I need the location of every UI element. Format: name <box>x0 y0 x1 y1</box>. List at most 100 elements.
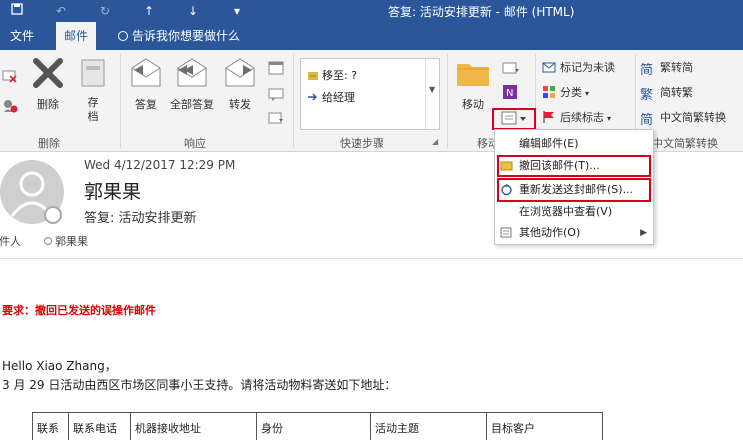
reply-label: 答复 <box>135 98 157 111</box>
table-header-cell: 目标客户 <box>486 412 603 440</box>
follow-up-button[interactable]: 后续标志 ▾ <box>542 109 611 127</box>
envelope-icon <box>542 62 556 73</box>
group-divider <box>120 54 121 148</box>
categorize-label: 分类 <box>560 86 582 99</box>
chevron-right-icon: ▶ <box>640 228 647 238</box>
quick-step-move-to-label: 移至: ? <box>322 69 358 82</box>
delete-icon <box>28 56 68 93</box>
more-respond-icon[interactable] <box>268 110 284 129</box>
meeting-icon[interactable] <box>268 60 284 79</box>
presence-dot-icon <box>44 237 52 245</box>
resend-highlight-box <box>497 178 651 202</box>
group-divider <box>293 54 294 148</box>
group-label-quick-steps: 快速步骤 <box>340 137 384 150</box>
junk-icon[interactable] <box>2 98 18 117</box>
requirement-text: 要求：撤回已发送的误操作邮件 <box>2 304 156 317</box>
menu-item-edit-message[interactable]: 编辑邮件(E) <box>495 134 653 154</box>
rules-icon[interactable] <box>502 60 520 79</box>
move-button[interactable]: 移动 <box>453 56 493 112</box>
chevron-down-icon: ▾ <box>607 114 612 123</box>
redo-icon[interactable]: ↻ <box>96 2 114 20</box>
table-header-cell: 联系 <box>32 412 69 440</box>
chevron-down-icon: ▼ <box>429 85 436 94</box>
table-header-cell: 身份 <box>256 412 371 440</box>
recipient-label-text: 收件人 <box>0 235 21 248</box>
menu-item-label: 编辑邮件(E) <box>519 137 579 150</box>
group-label-chinese: 中文简繁转换 <box>652 137 718 150</box>
tab-file[interactable]: 文件 <box>2 22 42 50</box>
table-row: 联系 联系电话 机器接收地址 身份 活动主题 目标客户 <box>32 412 603 440</box>
lightbulb-icon <box>118 31 128 41</box>
to-traditional-button[interactable]: 简繁转简 <box>640 59 693 78</box>
table-header-cell: 活动主题 <box>370 412 487 440</box>
simplified-char-icon: 繁 <box>640 88 654 103</box>
menu-item-label: 在浏览器中查看(V) <box>519 205 613 218</box>
menu-item-other-actions[interactable]: 其他动作(O) ▶ <box>495 223 653 243</box>
save-icon[interactable] <box>8 2 26 20</box>
recipient[interactable]: 郭果果 <box>44 233 88 249</box>
ribbon-tab-bar: 文件 邮件 告诉我你想要做什么 <box>0 22 743 50</box>
recall-highlight-box <box>497 155 651 177</box>
table-header-cell: 联系电话 <box>68 412 131 440</box>
move-label: 移动 <box>462 98 484 111</box>
flag-icon <box>543 111 554 123</box>
reply-all-button[interactable]: 全部答复 <box>166 56 218 112</box>
quick-step-to-manager[interactable]: 给经理 <box>307 89 355 105</box>
previous-item-icon[interactable]: ↑ <box>140 2 158 20</box>
quick-steps-gallery: 移至: ? 给经理 ▼ <box>300 58 440 130</box>
title-bar: ↶ ↻ ↑ ↓ ▾ 答复: 活动安排更新 - 邮件 (HTML) <box>0 0 743 22</box>
next-item-icon[interactable]: ↓ <box>184 2 202 20</box>
chinese-convert-label: 中文简繁转换 <box>660 111 726 124</box>
recipient-name: 郭果果 <box>55 235 88 248</box>
delete-button[interactable]: 删除 <box>28 56 68 112</box>
to-simplified-label: 简转繁 <box>660 86 693 99</box>
tell-me-box[interactable]: 告诉我你想要做什么 <box>118 22 240 50</box>
forward-arrow-icon <box>308 93 317 101</box>
archive-button[interactable]: 存档 <box>76 56 110 124</box>
delete-label: 删除 <box>37 98 59 111</box>
menu-item-label: 其他动作(O) <box>519 226 581 239</box>
onenote-icon[interactable]: N <box>502 84 518 103</box>
quick-steps-scrollbar[interactable]: ▼ <box>425 59 439 129</box>
actions-highlight-box <box>492 108 536 130</box>
reply-all-icon <box>166 56 218 93</box>
other-actions-icon <box>500 227 512 238</box>
im-icon[interactable] <box>268 86 284 105</box>
reply-button[interactable]: 答复 <box>126 56 166 112</box>
message-subject: 答复: 活动安排更新 <box>84 211 197 226</box>
tab-message[interactable]: 邮件 <box>56 22 97 50</box>
group-label-delete: 删除 <box>38 137 60 150</box>
table-header-cell: 机器接收地址 <box>130 412 257 440</box>
reply-icon <box>126 56 166 93</box>
undo-icon[interactable]: ↶ <box>52 2 70 20</box>
header-divider <box>0 258 743 259</box>
quick-step-to-manager-label: 给经理 <box>322 91 355 104</box>
forward-button[interactable]: 转发 <box>220 56 260 112</box>
folder-arrow-icon <box>308 72 318 80</box>
category-icon <box>543 86 555 98</box>
forward-icon <box>220 56 260 93</box>
chevron-down-icon: ▾ <box>585 89 590 98</box>
quick-step-move-to[interactable]: 移至: ? <box>307 67 357 83</box>
categorize-button[interactable]: 分类 ▾ <box>542 84 589 102</box>
dialog-launcher-icon[interactable]: ◢ <box>432 137 438 146</box>
mark-unread-button[interactable]: 标记为未读 <box>542 59 615 77</box>
sender-name[interactable]: 郭果果 <box>84 177 141 204</box>
archive-icon <box>76 56 110 93</box>
follow-up-label: 后续标志 <box>560 111 604 124</box>
chinese-convert-button[interactable]: 简中文简繁转换 <box>640 109 726 128</box>
body-text: 3 月 29 日活动由西区市场区同事小王支持。请将活动物料寄送如下地址： <box>2 378 397 392</box>
archive-label: 存档 <box>87 96 99 123</box>
menu-item-view-in-browser[interactable]: 在浏览器中查看(V) <box>495 202 653 222</box>
to-simplified-button[interactable]: 繁简转繁 <box>640 84 693 103</box>
reply-all-label: 全部答复 <box>170 98 214 111</box>
group-divider <box>447 54 448 148</box>
tell-me-text: 告诉我你想要做什么 <box>132 29 241 43</box>
mark-unread-label: 标记为未读 <box>560 61 615 74</box>
to-traditional-label: 繁转简 <box>660 61 693 74</box>
ignore-icon[interactable] <box>2 68 18 87</box>
group-label-respond: 响应 <box>184 137 206 150</box>
message-datetime: Wed 4/12/2017 12:29 PM <box>84 158 236 172</box>
svg-text:N: N <box>506 88 513 99</box>
customize-toolbar-icon[interactable]: ▾ <box>228 2 246 20</box>
